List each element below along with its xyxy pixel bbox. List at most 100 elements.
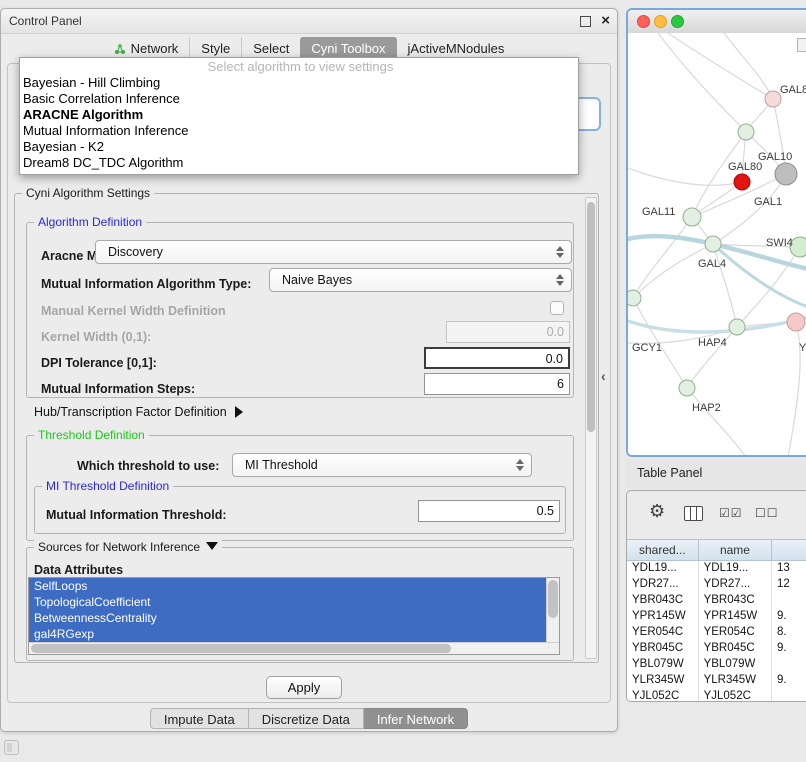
sources-group-toggle[interactable]: Sources for Network Inference bbox=[34, 540, 222, 554]
tab-impute-data[interactable]: Impute Data bbox=[150, 708, 249, 729]
cell: YBR045C bbox=[699, 641, 772, 657]
minimize-traffic-light[interactable] bbox=[654, 15, 667, 28]
scrollbar-thumb[interactable] bbox=[587, 202, 595, 432]
cell: YER054C bbox=[627, 625, 699, 641]
attribute-item-selected[interactable]: SelfLoops bbox=[29, 578, 546, 594]
attribute-item-selected[interactable]: TopologicalCoefficient bbox=[29, 594, 546, 610]
manual-kernel-width-checkbox[interactable] bbox=[550, 301, 564, 315]
cell: YDL19... bbox=[627, 561, 699, 577]
table-row[interactable]: YLR345WYLR345W9. bbox=[627, 673, 806, 689]
tab-label: Network bbox=[131, 41, 179, 56]
tab-discretize-data[interactable]: Discretize Data bbox=[249, 708, 364, 729]
minimized-panel-icon[interactable] bbox=[4, 740, 19, 755]
table-row[interactable]: YJL052CYJL052C bbox=[627, 689, 806, 702]
cell: YBL079W bbox=[699, 657, 772, 673]
network-node-green[interactable] bbox=[705, 236, 721, 252]
select-all-checkboxes-icon[interactable]: ☑☑ bbox=[719, 506, 743, 520]
aracne-mode-combobox[interactable]: Discovery bbox=[95, 240, 572, 264]
kernel-width-field[interactable]: 0.0 bbox=[446, 321, 570, 343]
network-node-green[interactable] bbox=[679, 380, 695, 396]
attribute-item-selected[interactable]: BetweennessCentrality bbox=[29, 610, 546, 626]
node-label: GAL11 bbox=[642, 206, 675, 218]
table-row[interactable]: YPR145WYPR145W9. bbox=[627, 609, 806, 625]
column-header-clipped[interactable] bbox=[772, 540, 806, 560]
attribute-list-vertical-scrollbar[interactable] bbox=[546, 578, 559, 642]
cell bbox=[772, 657, 806, 673]
network-node-pink[interactable] bbox=[787, 313, 805, 331]
algorithm-option[interactable]: Dream8 DC_TDC Algorithm bbox=[20, 155, 578, 171]
table-row[interactable]: YDR27...YDR27...12 bbox=[627, 577, 806, 593]
sources-group-title: Sources for Network Inference bbox=[38, 540, 200, 554]
node-label: SWI4 bbox=[766, 237, 793, 249]
tab-label: Style bbox=[201, 41, 230, 56]
network-canvas[interactable]: GAL8 GAL80 GAL10 GAL11 GAL1 SWI4 GAL4 GC… bbox=[628, 33, 806, 455]
cell: YPR145W bbox=[699, 609, 772, 625]
mi-algorithm-type-combobox[interactable]: Naive Bayes bbox=[269, 268, 572, 292]
scrollbar-thumb[interactable] bbox=[548, 580, 558, 618]
table-row[interactable]: YDL19...YDL19...13 bbox=[627, 561, 806, 577]
attribute-list-horizontal-scrollbar[interactable] bbox=[29, 642, 559, 654]
node-label: GAL4 bbox=[698, 258, 726, 270]
attribute-item-selected[interactable]: gal4RGexp bbox=[29, 626, 546, 642]
table-row[interactable]: YBR043CYBR043C bbox=[627, 593, 806, 609]
tab-infer-network[interactable]: Infer Network bbox=[364, 708, 468, 729]
cell: YJL052C bbox=[627, 689, 699, 702]
data-attributes-list: SelfLoops TopologicalCoefficient Between… bbox=[28, 577, 560, 655]
network-node-green[interactable] bbox=[729, 319, 745, 335]
scrollbar-thumb[interactable] bbox=[31, 644, 451, 653]
data-attributes-label: Data Attributes bbox=[34, 563, 123, 577]
cell: YDR27... bbox=[699, 577, 772, 593]
node-label: Y bbox=[799, 342, 806, 354]
close-icon[interactable]: × bbox=[601, 12, 610, 29]
table-row[interactable]: YBL079WYBL079W bbox=[627, 657, 806, 673]
network-node-green[interactable] bbox=[738, 124, 754, 140]
gear-icon[interactable]: ⚙ bbox=[649, 501, 665, 522]
column-header-shared-name[interactable]: shared... bbox=[627, 540, 699, 560]
mi-threshold-field[interactable]: 0.5 bbox=[418, 500, 560, 522]
zoom-traffic-light[interactable] bbox=[671, 15, 684, 28]
cell: 9. bbox=[772, 641, 806, 657]
algorithm-option-selected[interactable]: ARACNE Algorithm bbox=[20, 107, 578, 123]
cell: YDL19... bbox=[699, 561, 772, 577]
combo-arrows-icon bbox=[552, 246, 568, 258]
dpi-tolerance-field[interactable]: 0.0 bbox=[424, 347, 570, 369]
network-node-pink[interactable] bbox=[765, 91, 781, 107]
dropdown-placeholder: Select algorithm to view settings bbox=[20, 59, 578, 75]
table-row[interactable]: YBR045CYBR045C9. bbox=[627, 641, 806, 657]
node-label: GAL10 bbox=[758, 151, 792, 163]
panel-collapse-chevron-icon[interactable]: ‹ bbox=[601, 368, 606, 384]
hub-section-toggle[interactable]: Hub/Transcription Factor Definition bbox=[34, 405, 243, 419]
expand-right-icon bbox=[235, 406, 243, 418]
deselect-all-checkboxes-icon[interactable]: ☐☐ bbox=[755, 506, 779, 520]
which-threshold-value: MI Threshold bbox=[233, 458, 512, 472]
columns-icon[interactable] bbox=[684, 506, 703, 521]
tab-label: jActiveMNodules bbox=[408, 41, 505, 56]
node-label: GAL1 bbox=[754, 196, 782, 208]
float-window-icon[interactable] bbox=[580, 16, 591, 27]
settings-vertical-scrollbar[interactable] bbox=[585, 197, 597, 659]
mi-threshold-label: Mutual Information Threshold: bbox=[46, 508, 227, 522]
network-node-green[interactable] bbox=[628, 290, 641, 306]
canvas-scrollbar-stub[interactable] bbox=[797, 38, 806, 52]
table-toolbar: ⚙ ☑☑ ☐☐ bbox=[627, 491, 806, 539]
network-node-gray[interactable] bbox=[775, 163, 797, 185]
close-traffic-light[interactable] bbox=[637, 15, 650, 28]
algorithm-option[interactable]: Bayesian - Hill Climbing bbox=[20, 75, 578, 91]
table-row[interactable]: YER054CYER054C8. bbox=[627, 625, 806, 641]
network-node-green[interactable] bbox=[683, 208, 701, 226]
mi-steps-field[interactable]: 6 bbox=[424, 373, 570, 395]
column-header-name[interactable]: name bbox=[699, 540, 773, 560]
algorithm-option[interactable]: Basic Correlation Inference bbox=[20, 91, 578, 107]
which-threshold-combobox[interactable]: MI Threshold bbox=[232, 453, 532, 477]
algorithm-option[interactable]: Mutual Information Inference bbox=[20, 123, 578, 139]
cell bbox=[772, 593, 806, 609]
cell: 8. bbox=[772, 625, 806, 641]
settings-group-title: Cyni Algorithm Settings bbox=[22, 186, 154, 200]
algorithm-option[interactable]: Bayesian - K2 bbox=[20, 139, 578, 155]
network-window-titlebar[interactable] bbox=[628, 10, 806, 34]
tab-label: Cyni Toolbox bbox=[311, 41, 385, 56]
apply-button[interactable]: Apply bbox=[266, 676, 342, 699]
control-panel-titlebar[interactable]: Control Panel × bbox=[1, 9, 617, 34]
network-node-red[interactable] bbox=[734, 174, 750, 190]
combo-arrows-icon bbox=[512, 459, 528, 471]
